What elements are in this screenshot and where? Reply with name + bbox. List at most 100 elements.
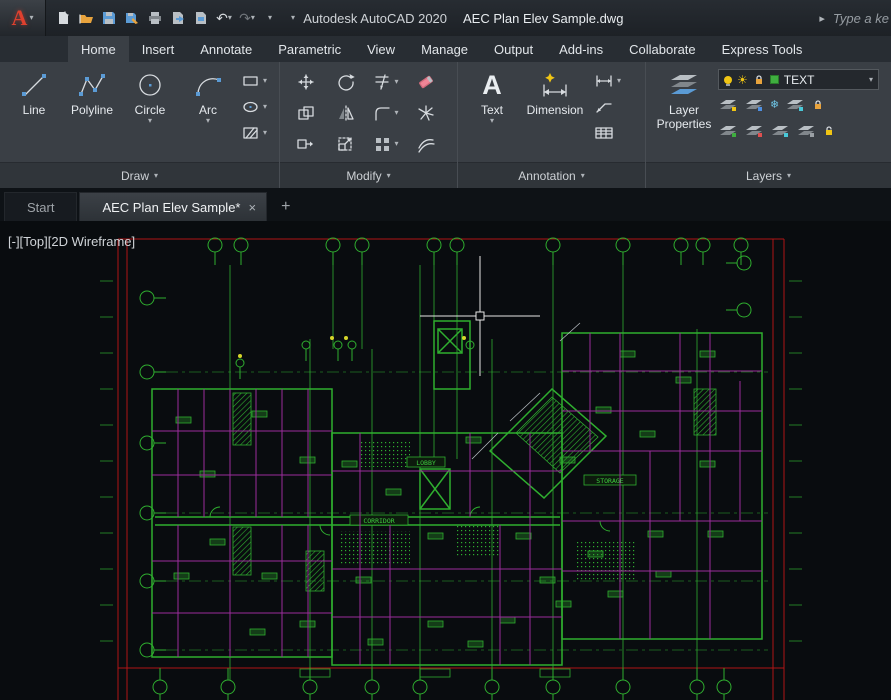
annotation-panel-label-text: Annotation bbox=[518, 168, 576, 183]
qat-redo-button[interactable]: ↷ ▾ bbox=[236, 6, 258, 30]
copy-button[interactable] bbox=[296, 104, 316, 122]
unlock-tool-icon[interactable] bbox=[822, 124, 836, 138]
autocad-window: A ▾ ↶ ▾ ↷ ▾ ▾ ▾ Autodesk AutoCAD 2020 AE… bbox=[0, 0, 891, 700]
circle-button[interactable]: Circle ▾ bbox=[122, 65, 178, 162]
layer-properties-label-1: Layer bbox=[668, 103, 700, 117]
annotation-panel-label[interactable]: Annotation ▾ bbox=[458, 162, 645, 188]
polyline-button[interactable]: Polyline bbox=[64, 65, 120, 162]
new-tab-button[interactable]: + bbox=[269, 192, 302, 221]
qat-doc-arrow-button[interactable] bbox=[167, 6, 189, 30]
explode-button[interactable] bbox=[416, 104, 436, 122]
layers-panel-label[interactable]: Layers ▾ bbox=[646, 162, 891, 188]
floor-plan-drawing: CORRIDOR LOBBY STORAGE bbox=[0, 221, 891, 700]
array-button[interactable]: ▾ bbox=[373, 135, 399, 153]
draw-panel-label[interactable]: Draw ▾ bbox=[0, 162, 279, 188]
table-button[interactable] bbox=[594, 123, 621, 143]
modify-panel: ▾ ▾ ▾ Modify ▾ bbox=[280, 62, 458, 188]
qat-doc-button[interactable] bbox=[190, 6, 212, 30]
erase-button[interactable] bbox=[416, 73, 436, 91]
search-input[interactable]: Type a ke bbox=[833, 11, 889, 26]
dropdown-arrow-icon: ▾ bbox=[154, 170, 159, 180]
qat-workspace-dropdown-button[interactable]: ▾ bbox=[259, 6, 281, 30]
ribbon-tab-manage[interactable]: Manage bbox=[408, 36, 481, 62]
ribbon-tab-add-ins[interactable]: Add-ins bbox=[546, 36, 616, 62]
rotate-button[interactable] bbox=[336, 73, 356, 91]
qat-undo-button[interactable]: ↶ ▾ bbox=[213, 6, 235, 30]
offset-button[interactable] bbox=[416, 135, 436, 153]
close-tab-icon[interactable]: × bbox=[248, 200, 256, 215]
mirror-button[interactable] bbox=[336, 104, 356, 122]
lock-tool-icon[interactable] bbox=[811, 98, 825, 112]
ribbon: Line Polyline Circle ▾ Arc ▾ ▾ ▾ ▾ Draw … bbox=[0, 62, 891, 188]
fillet-button[interactable]: ▾ bbox=[373, 104, 399, 122]
qat-save-as-button[interactable] bbox=[121, 6, 143, 30]
scale-icon bbox=[338, 136, 352, 151]
layer-tool-icon[interactable] bbox=[718, 98, 738, 113]
layer-tool-icon[interactable] bbox=[796, 124, 816, 139]
dropdown-arrow-icon: ▾ bbox=[267, 13, 272, 22]
ribbon-tab-parametric[interactable]: Parametric bbox=[265, 36, 354, 62]
save-icon bbox=[103, 12, 115, 24]
leader-button[interactable] bbox=[594, 97, 621, 117]
stretch-button[interactable] bbox=[296, 135, 316, 153]
layer-dropdown[interactable]: ☀ TEXT ▾ bbox=[718, 69, 879, 90]
stretch-icon bbox=[297, 138, 313, 149]
move-button[interactable] bbox=[296, 73, 316, 91]
printer-icon bbox=[149, 12, 161, 24]
qat-save-button[interactable] bbox=[98, 6, 120, 30]
current-layer-name: TEXT bbox=[783, 72, 815, 87]
layer-tool-icon[interactable] bbox=[785, 98, 805, 113]
autocad-logo-icon: A bbox=[11, 5, 28, 30]
qat-open-button[interactable] bbox=[75, 6, 97, 30]
dropdown-arrow-icon: ▾ bbox=[227, 13, 232, 22]
trim-button[interactable]: ▾ bbox=[373, 73, 399, 91]
ribbon-tab-collaborate[interactable]: Collaborate bbox=[616, 36, 709, 62]
corridor-label: CORRIDOR bbox=[363, 517, 394, 525]
modify-panel-label-text: Modify bbox=[346, 168, 382, 183]
layer-tool-icon[interactable] bbox=[744, 98, 764, 113]
layer-tool-icon[interactable] bbox=[770, 124, 790, 139]
file-tab-document[interactable]: AEC Plan Elev Sample* × bbox=[79, 192, 268, 221]
ribbon-tab-output[interactable]: Output bbox=[481, 36, 546, 62]
search-box[interactable]: ▸ Type a ke bbox=[809, 0, 891, 36]
viewport-controls[interactable]: [-][Top][2D Wireframe] bbox=[8, 234, 135, 249]
ribbon-tab-view[interactable]: View bbox=[354, 36, 408, 62]
arc-button[interactable]: Arc ▾ bbox=[180, 65, 236, 162]
layer-tools-row-2 bbox=[718, 120, 879, 142]
file-tab-start[interactable]: Start bbox=[4, 192, 78, 221]
modify-panel-label[interactable]: Modify ▾ bbox=[280, 162, 457, 188]
erase-icon bbox=[419, 75, 433, 88]
ribbon-tab-annotate[interactable]: Annotate bbox=[187, 36, 265, 62]
undo-icon: ↶ bbox=[216, 10, 228, 26]
dropdown-arrow-icon: ▾ bbox=[394, 76, 399, 86]
qat-customize-button[interactable]: ▾ bbox=[282, 6, 304, 30]
ribbon-tab-home[interactable]: Home bbox=[68, 36, 129, 62]
qat-new-button[interactable] bbox=[52, 6, 74, 30]
sheet-icon bbox=[196, 12, 206, 24]
ribbon-tab-insert[interactable]: Insert bbox=[129, 36, 188, 62]
rotate-icon bbox=[338, 73, 355, 90]
ribbon-tab-express-tools[interactable]: Express Tools bbox=[709, 36, 816, 62]
layer-properties-button[interactable]: Layer Properties bbox=[652, 65, 716, 162]
hatch-button[interactable]: ▾ bbox=[242, 123, 267, 143]
qat-plot-button[interactable] bbox=[144, 6, 166, 30]
dimension-button[interactable]: Dimension bbox=[522, 65, 588, 162]
scale-button[interactable] bbox=[336, 135, 356, 153]
layer-freeze-icon[interactable]: ❄ bbox=[770, 99, 779, 111]
app-title: Autodesk AutoCAD 2020 bbox=[303, 10, 448, 26]
layer-tool-icon[interactable] bbox=[744, 124, 764, 139]
drawing-canvas[interactable]: [-][Top][2D Wireframe] CORRIDOR LOBBY ST… bbox=[0, 221, 891, 700]
rectangle-button[interactable]: ▾ bbox=[242, 71, 267, 91]
fillet-icon bbox=[375, 106, 391, 121]
dropdown-arrow-icon: ▾ bbox=[787, 170, 792, 180]
leader-icon bbox=[596, 103, 612, 113]
mirror-icon bbox=[339, 104, 354, 121]
linear-dimension-button[interactable]: ▾ bbox=[594, 71, 621, 91]
line-button[interactable]: Line bbox=[6, 65, 62, 162]
layer-color-swatch bbox=[769, 75, 779, 84]
ellipse-button[interactable]: ▾ bbox=[242, 97, 267, 117]
dropdown-arrow-icon: ▾ bbox=[263, 102, 268, 111]
layer-tool-icon[interactable] bbox=[718, 124, 738, 139]
app-menu-button[interactable]: A ▾ bbox=[0, 0, 46, 36]
text-button[interactable]: A Text ▾ bbox=[464, 65, 520, 162]
